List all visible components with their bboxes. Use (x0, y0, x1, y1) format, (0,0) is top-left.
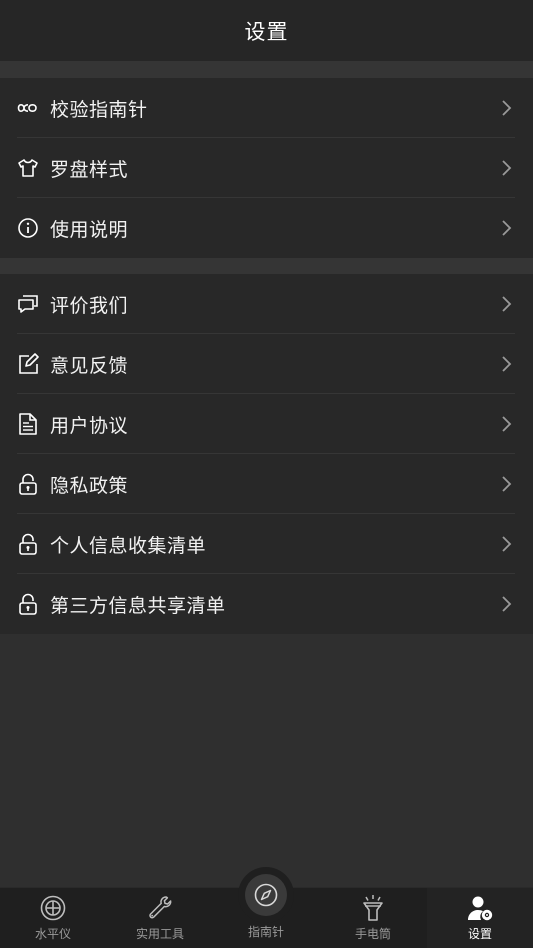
row-instructions[interactable]: 使用说明 (0, 198, 533, 258)
wrench-icon (146, 894, 174, 922)
chevron-right-icon (502, 160, 512, 176)
row-label: 用户协议 (50, 414, 129, 437)
tab-label: 手电筒 (354, 927, 391, 941)
tab-label: 实用工具 (135, 927, 184, 941)
settings-section-general: 校验指南针 罗盘样式 使用说明 (0, 78, 533, 258)
level-icon (39, 894, 67, 922)
edit-icon (17, 353, 39, 375)
header-bar: 设置 (0, 0, 533, 61)
chat-icon (17, 293, 39, 315)
user-settings-icon (466, 894, 494, 922)
section-gap (0, 258, 533, 274)
row-label: 个人信息收集清单 (50, 534, 207, 557)
row-user-agreement[interactable]: 用户协议 (0, 394, 533, 454)
tab-settings[interactable]: 设置 (427, 888, 533, 948)
row-label: 校验指南针 (50, 98, 148, 121)
chevron-right-icon (502, 356, 512, 372)
tab-flashlight[interactable]: 手电筒 (320, 888, 426, 948)
chevron-right-icon (502, 100, 512, 116)
tab-compass-label[interactable]: 指南针 (213, 923, 319, 940)
row-label: 罗盘样式 (50, 158, 129, 181)
chevron-right-icon (502, 416, 512, 432)
settings-section-about: 评价我们 意见反馈 用户协议 隐私政策 个人信息收集清单 第三方信息共享清单 (0, 274, 533, 634)
tab-label: 设置 (467, 927, 492, 941)
row-rate-us[interactable]: 评价我们 (0, 274, 533, 334)
row-compass-style[interactable]: 罗盘样式 (0, 138, 533, 198)
row-personal-info-list[interactable]: 个人信息收集清单 (0, 514, 533, 574)
chevron-right-icon (502, 296, 512, 312)
chevron-right-icon (502, 476, 512, 492)
tab-tools[interactable]: 实用工具 (107, 888, 213, 948)
row-label: 第三方信息共享清单 (50, 594, 226, 617)
tab-label: 水平仪 (34, 927, 71, 941)
row-feedback[interactable]: 意见反馈 (0, 334, 533, 394)
page-title: 设置 (244, 19, 289, 44)
compass-tab-bump[interactable] (238, 867, 294, 923)
row-third-party-sharing-list[interactable]: 第三方信息共享清单 (0, 574, 533, 634)
infinity-icon (17, 97, 39, 119)
row-calibrate-compass[interactable]: 校验指南针 (0, 78, 533, 138)
settings-screen: 设置 校验指南针 罗盘样式 使用说明 评价我们 意见反馈 用户协议 隐私政策 个… (0, 0, 533, 948)
chevron-right-icon (502, 596, 512, 612)
row-privacy-policy[interactable]: 隐私政策 (0, 454, 533, 514)
bottom-tab-bar: 水平仪 实用工具 指南针 手电筒 设置 (0, 867, 533, 948)
lock-icon (17, 533, 39, 555)
chevron-right-icon (502, 220, 512, 236)
lock-icon (17, 473, 39, 495)
tab-level[interactable]: 水平仪 (0, 888, 106, 948)
row-label: 意见反馈 (50, 354, 129, 377)
row-label: 评价我们 (50, 294, 129, 317)
flashlight-icon (359, 894, 387, 922)
document-icon (17, 413, 39, 435)
row-label: 使用说明 (50, 218, 129, 241)
row-label: 隐私政策 (50, 474, 129, 497)
section-gap (0, 61, 533, 78)
compass-icon (245, 874, 287, 916)
shirt-icon (17, 157, 39, 179)
info-icon (17, 217, 39, 239)
chevron-right-icon (502, 536, 512, 552)
lock-icon (17, 593, 39, 615)
